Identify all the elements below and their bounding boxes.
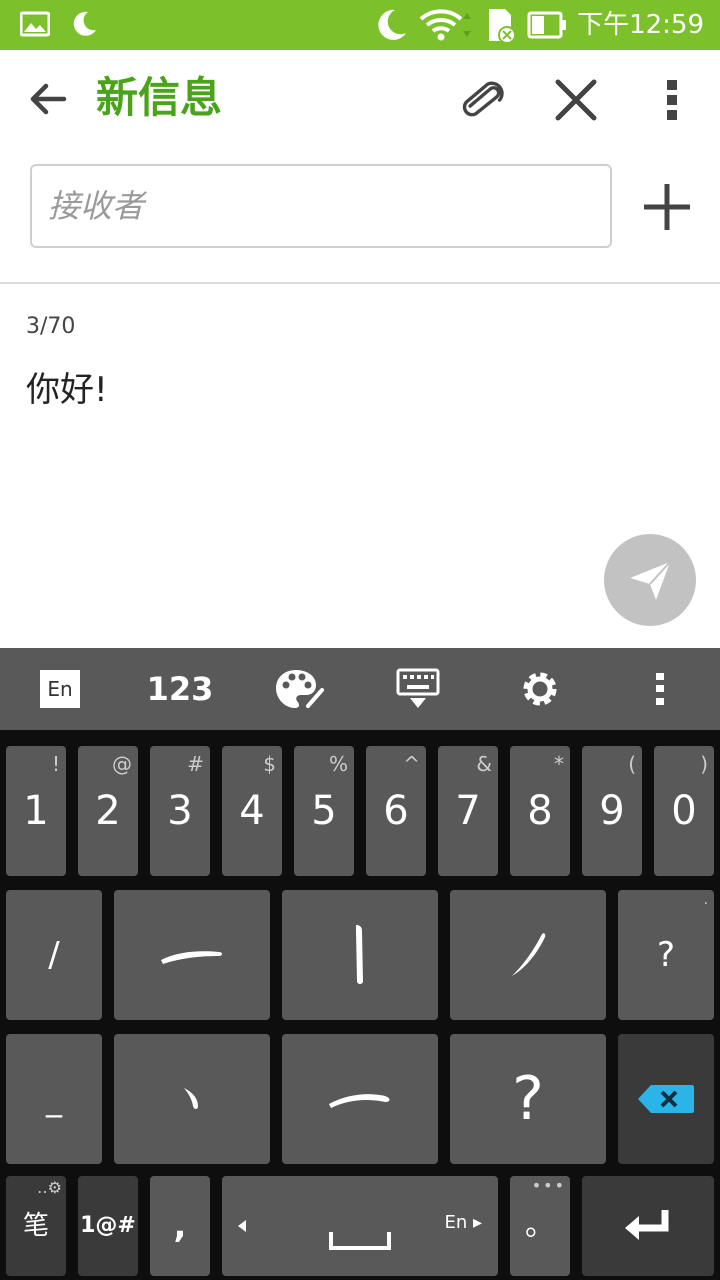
stroke-vertical-icon xyxy=(356,925,363,984)
space-language-label: En ▸ xyxy=(444,1212,482,1233)
do-not-disturb-moon-icon xyxy=(378,9,407,40)
send-icon xyxy=(630,561,671,600)
attach-icon[interactable] xyxy=(456,74,508,126)
status-right-icons: 下午12:59 xyxy=(373,6,704,44)
key-4[interactable]: 4 $ xyxy=(222,746,282,876)
keyboard-more-button[interactable] xyxy=(620,648,700,730)
key-stroke-dot[interactable] xyxy=(114,1034,270,1164)
send-button[interactable] xyxy=(604,534,696,626)
backspace-icon xyxy=(638,1085,694,1113)
character-counter: 3/70 xyxy=(26,314,76,339)
key-0[interactable]: 0) xyxy=(654,746,714,876)
stroke-horizontal-icon xyxy=(161,951,222,964)
header-divider xyxy=(0,282,720,284)
keyboard: 1! 2 @ 3 # 4 $ 5% 6 ^ 7 & 8 * 9( 0) / ? · _ ? ‥… xyxy=(0,730,720,1280)
cursor-left-icon xyxy=(238,1220,246,1232)
stroke-mode-key[interactable]: ‥⚙ 笔 xyxy=(6,1176,66,1276)
app-toolbar: 新信息 xyxy=(0,50,720,150)
key-2[interactable]: 2 @ xyxy=(78,746,138,876)
key-1[interactable]: 1! xyxy=(6,746,66,876)
key-underscore[interactable]: _ xyxy=(6,1034,102,1164)
hide-keyboard-button[interactable] xyxy=(378,648,458,730)
status-left-icons xyxy=(20,10,98,38)
close-icon[interactable] xyxy=(550,74,602,126)
comma-key[interactable]: , xyxy=(150,1176,210,1276)
enter-icon xyxy=(625,1210,669,1240)
more-vert-icon xyxy=(656,673,664,705)
space-bar-icon xyxy=(329,1232,391,1250)
gear-icon xyxy=(523,672,557,706)
image-notification-icon xyxy=(20,11,50,37)
stroke-turning-icon xyxy=(329,1094,390,1108)
add-recipient-plus-icon[interactable] xyxy=(640,180,694,234)
keyboard-toolbar: En 123 xyxy=(0,648,720,730)
backspace-key[interactable] xyxy=(618,1034,714,1164)
key-stroke-left-falling[interactable] xyxy=(450,890,606,1020)
keyboard-hide-icon xyxy=(396,668,440,708)
key-5[interactable]: 5% xyxy=(294,746,354,876)
stroke-left-falling-icon xyxy=(512,933,546,976)
message-text[interactable]: 你好! xyxy=(26,362,108,411)
theme-button[interactable] xyxy=(260,648,340,730)
wifi-icon xyxy=(419,9,472,41)
status-time: 下午12:59 xyxy=(577,10,704,40)
palette-icon xyxy=(276,670,324,708)
back-arrow-icon[interactable] xyxy=(24,75,72,123)
language-label: En xyxy=(40,670,80,708)
key-question-top[interactable]: ? · xyxy=(618,890,714,1020)
key-7[interactable]: 7 & xyxy=(438,746,498,876)
language-toggle[interactable]: En xyxy=(20,648,100,730)
key-8[interactable]: 8 * xyxy=(510,746,570,876)
recipient-input[interactable] xyxy=(32,166,610,246)
key-stroke-vertical[interactable] xyxy=(282,890,438,1020)
space-key[interactable]: En ▸ xyxy=(222,1176,498,1276)
key-slash[interactable]: / xyxy=(6,890,102,1020)
recipient-field-container xyxy=(30,164,612,248)
sd-card-removed-icon xyxy=(489,9,517,43)
enter-key[interactable] xyxy=(582,1176,714,1276)
more-vert-icon[interactable] xyxy=(646,74,698,126)
key-stroke-horizontal[interactable] xyxy=(114,890,270,1020)
key-3[interactable]: 3 # xyxy=(150,746,210,876)
status-bar: 下午12:59 xyxy=(0,0,720,50)
stroke-dot-icon xyxy=(184,1088,198,1109)
key-9[interactable]: 9( xyxy=(582,746,642,876)
battery-icon xyxy=(527,11,567,39)
key-stroke-turning[interactable] xyxy=(282,1034,438,1164)
symbols-key[interactable]: 1@# xyxy=(78,1176,138,1276)
key-6[interactable]: 6 ^ xyxy=(366,746,426,876)
period-key[interactable]: ••• 。 xyxy=(510,1176,570,1276)
numeric-mode-button[interactable]: 123 xyxy=(140,648,220,730)
keyboard-settings-button[interactable] xyxy=(500,648,580,730)
page-title: 新信息 xyxy=(96,73,223,122)
moon-icon xyxy=(73,11,96,36)
key-wildcard[interactable]: ? xyxy=(450,1034,606,1164)
